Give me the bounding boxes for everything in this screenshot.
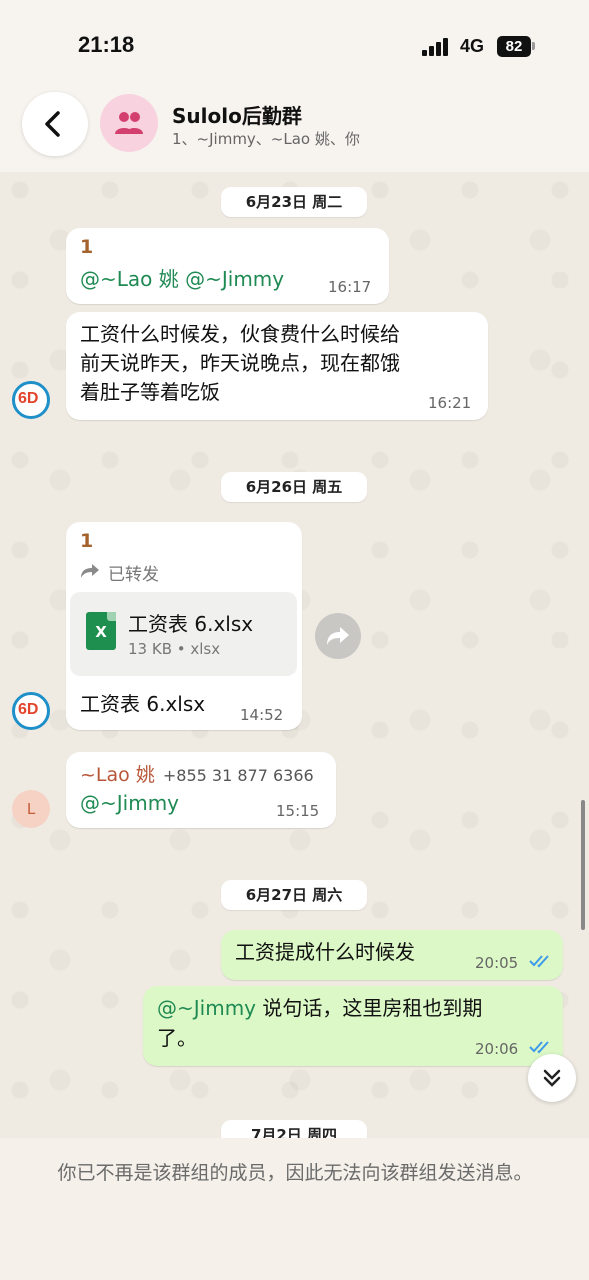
battery-icon: 82 — [497, 36, 531, 57]
message-text: @~Lao 姚 @~Jimmy — [80, 265, 284, 294]
file-attachment[interactable]: X 工资表 6.xlsx 13 KB • xlsx — [70, 592, 297, 676]
message-bubble[interactable]: 1 @~Lao 姚 @~Jimmy 16:17 — [66, 228, 389, 304]
sender-avatar[interactable]: L — [12, 790, 50, 828]
avatar-initials: 6D — [18, 390, 39, 407]
chat-header: Sulolo后勤群 1、~Jimmy、~Lao 姚、你 — [0, 92, 589, 172]
date-chip: 6月26日 周五 — [221, 472, 367, 502]
date-chip: 6月23日 周二 — [221, 187, 367, 217]
message-bubble[interactable]: 工资什么时候发，伙食费什么时候给 前天说昨天，昨天说晚点，现在都饿 着肚子等着吃… — [66, 312, 488, 420]
network-type: 4G — [460, 36, 485, 56]
forwarded-icon — [81, 564, 99, 578]
forwarded-label: 已转发 — [108, 565, 159, 585]
battery-tip — [532, 42, 535, 50]
message-text: 说句话，这里房租也到期 — [256, 996, 483, 1020]
forward-icon — [327, 627, 349, 645]
message-line: 着肚子等着吃饭 — [80, 380, 220, 404]
message-bubble[interactable]: ~Lao 姚 +855 31 877 6366 @~Jimmy 15:15 — [66, 752, 336, 828]
message-line: 前天说昨天，昨天说晚点，现在都饿 — [80, 351, 400, 375]
footer-notice: 你已不再是该群组的成员，因此无法向该群组发送消息。 — [57, 1162, 533, 1184]
avatar-initials: 6D — [18, 701, 39, 718]
message-bubble-outgoing[interactable]: @~Jimmy 说句话，这里房租也到期 了。 20:06 — [143, 986, 563, 1066]
message-line: @~Jimmy 说句话，这里房租也到期 — [157, 994, 482, 1023]
mention-link[interactable]: @~Lao 姚 — [80, 267, 179, 291]
group-icon — [115, 112, 143, 134]
message-time: 16:21 — [428, 394, 472, 412]
sender-avatar[interactable]: 6D — [12, 692, 50, 730]
double-check-icon — [529, 955, 549, 968]
file-meta: 13 KB • xlsx — [128, 640, 221, 658]
mention-link[interactable]: @~Jimmy — [185, 267, 284, 291]
sender-name: 1 — [80, 530, 94, 552]
double-check-icon — [529, 1041, 549, 1054]
excel-icon: X — [86, 612, 116, 650]
scroll-to-bottom-button[interactable] — [528, 1054, 576, 1102]
message-time: 14:52 — [240, 706, 284, 724]
date-chip: 6月27日 周六 — [221, 880, 367, 910]
chevron-left-icon — [45, 111, 60, 137]
forward-button[interactable] — [315, 613, 361, 659]
file-name: 工资表 6.xlsx — [128, 612, 254, 636]
message-line: 了。 — [157, 1026, 197, 1050]
sender-name[interactable]: ~Lao 姚 — [80, 764, 155, 786]
message-time: 20:05 — [475, 954, 519, 972]
sender-header: ~Lao 姚 +855 31 877 6366 — [80, 760, 314, 787]
sender-avatar[interactable]: 6D — [12, 381, 50, 419]
mention-link[interactable]: @~Jimmy — [157, 996, 256, 1020]
message-time: 20:06 — [475, 1040, 519, 1058]
group-avatar[interactable] — [100, 94, 158, 152]
back-button[interactable] — [22, 92, 88, 156]
message-text: @~Jimmy — [80, 789, 179, 818]
message-time: 15:15 — [276, 802, 320, 820]
chat-title[interactable]: Sulolo后勤群 — [172, 100, 302, 129]
message-bubble[interactable]: 1 已转发 X 工资表 6.xlsx 13 KB • xlsx 工资表 6.xl… — [66, 522, 302, 730]
status-bar: 21:18 4G 82 — [0, 0, 589, 92]
status-time: 21:18 — [78, 32, 135, 57]
sender-name: 1 — [80, 236, 94, 258]
chat-members[interactable]: 1、~Jimmy、~Lao 姚、你 — [172, 128, 360, 149]
file-caption: 工资表 6.xlsx — [80, 692, 206, 716]
sender-phone: +855 31 877 6366 — [162, 766, 314, 785]
message-line: 工资什么时候发，伙食费什么时候给 — [80, 322, 400, 346]
message-time: 16:17 — [328, 278, 372, 296]
signal-icon — [422, 38, 450, 56]
footer-notice-bar: 你已不再是该群组的成员，因此无法向该群组发送消息。 — [0, 1138, 589, 1280]
double-chevron-down-icon — [543, 1069, 561, 1087]
mention-link[interactable]: @~Jimmy — [80, 791, 179, 815]
scrollbar[interactable] — [581, 800, 585, 930]
message-bubble-outgoing[interactable]: 工资提成什么时候发 20:05 — [221, 930, 563, 980]
message-text: 工资提成什么时候发 — [235, 940, 415, 964]
